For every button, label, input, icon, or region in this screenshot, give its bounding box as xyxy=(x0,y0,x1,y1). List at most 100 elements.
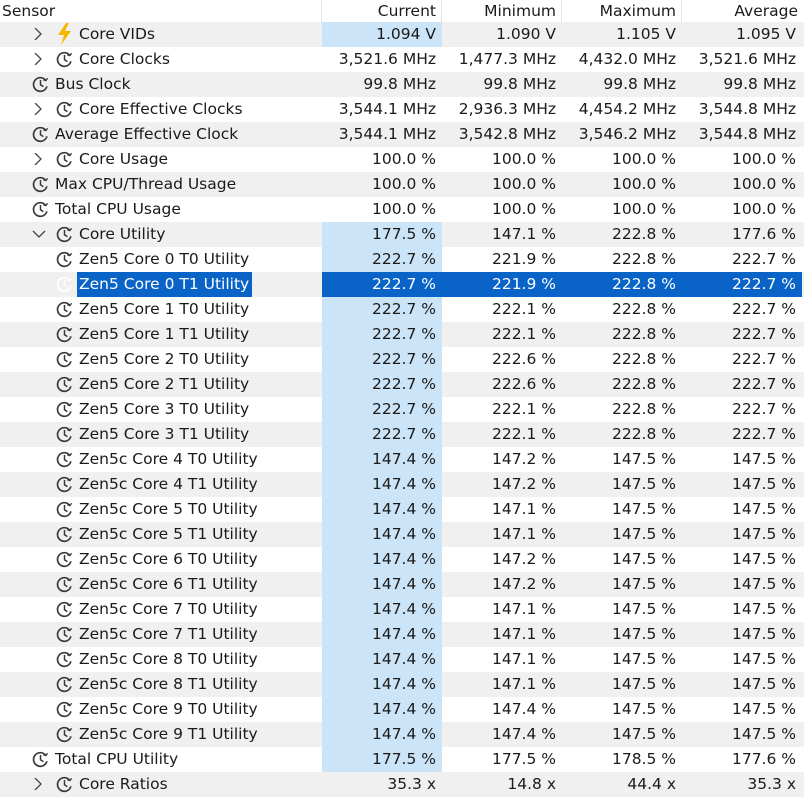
sensor-row[interactable]: Core VIDs 1.094 V 1.090 V 1.105 V 1.095 V xyxy=(0,22,804,47)
sensor-row[interactable]: Zen5c Core 6 T1 Utility 147.4 % 147.2 % 147… xyxy=(0,572,804,597)
value-maximum: 147.5 % xyxy=(611,475,676,493)
sensor-name-cell[interactable]: Zen5c Core 8 T1 Utility xyxy=(0,672,322,697)
sensor-name-cell[interactable]: Core Utility xyxy=(0,222,322,247)
column-header-sensor[interactable]: Sensor xyxy=(0,0,322,22)
sensor-row[interactable]: Average Effective Clock 3,544.1 MHz 3,542.… xyxy=(0,122,804,147)
sensor-name-cell[interactable]: Zen5 Core 0 T1 Utility xyxy=(0,272,322,297)
value-current: 100.0 % xyxy=(371,200,436,218)
sensor-name-cell[interactable]: Zen5 Core 2 T0 Utility xyxy=(0,347,322,372)
sensor-row[interactable]: Zen5c Core 5 T0 Utility 147.4 % 147.1 % 147… xyxy=(0,497,804,522)
value-average: 177.6 % xyxy=(731,225,796,243)
sensor-name-cell[interactable]: Zen5c Core 4 T1 Utility xyxy=(0,472,322,497)
sensor-name-cell[interactable]: Zen5c Core 6 T0 Utility xyxy=(0,547,322,572)
sensor-row[interactable]: Zen5c Core 8 T1 Utility 147.4 % 147.1 % 147… xyxy=(0,672,804,697)
sensor-name-cell[interactable]: Core Usage xyxy=(0,147,322,172)
sensor-row[interactable]: Core Effective Clocks 3,544.1 MHz 2,936.3 … xyxy=(0,97,804,122)
sensor-row[interactable]: Zen5 Core 2 T1 Utility 222.7 % 222.6 % 222.… xyxy=(0,372,804,397)
value-average: 35.3 x xyxy=(747,775,796,793)
sensor-name-label: Zen5c Core 9 T0 Utility xyxy=(79,700,258,718)
sensor-row[interactable]: Bus Clock 99.8 MHz 99.8 MHz 99.8 MHz 99.8 MH… xyxy=(0,72,804,97)
column-header-minimum[interactable]: Minimum xyxy=(442,0,562,22)
sensor-name-label: Core Ratios xyxy=(79,775,168,793)
sensor-row[interactable]: Zen5 Core 0 T0 Utility 222.7 % 221.9 % 222.… xyxy=(0,247,804,272)
clock-icon xyxy=(56,326,73,343)
sensor-row[interactable]: Core Clocks 3,521.6 MHz 1,477.3 MHz 4,432.0… xyxy=(0,47,804,72)
sensor-row[interactable]: Total CPU Utility 177.5 % 177.5 % 178.5 % 17… xyxy=(0,747,804,772)
sensor-row[interactable]: Zen5 Core 3 T0 Utility 222.7 % 222.1 % 222.… xyxy=(0,397,804,422)
sensor-name-cell[interactable]: Core VIDs xyxy=(0,22,322,47)
sensor-row[interactable]: Zen5c Core 7 T0 Utility 147.4 % 147.1 % 147… xyxy=(0,597,804,622)
chevron-right-icon[interactable] xyxy=(32,103,44,115)
sensor-name-cell[interactable]: Core Ratios xyxy=(0,772,322,797)
value-minimum: 147.1 % xyxy=(491,650,556,668)
value-current: 222.7 % xyxy=(322,247,442,272)
sensor-name-cell[interactable]: Core Effective Clocks xyxy=(0,97,322,122)
sensor-name-cell[interactable]: Bus Clock xyxy=(0,72,322,97)
sensor-row[interactable]: Zen5c Core 6 T0 Utility 147.4 % 147.2 % 147… xyxy=(0,547,804,572)
sensor-name-cell[interactable]: Average Effective Clock xyxy=(0,122,322,147)
sensor-name-label: Bus Clock xyxy=(55,75,131,93)
clock-icon xyxy=(32,126,49,143)
sensor-name-cell[interactable]: Zen5c Core 7 T0 Utility xyxy=(0,597,322,622)
sensor-rows: Core VIDs 1.094 V 1.090 V 1.105 V 1.095 V Cor… xyxy=(0,22,804,797)
sensor-row[interactable]: Zen5c Core 7 T1 Utility 147.4 % 147.1 % 147… xyxy=(0,622,804,647)
sensor-row[interactable]: Core Utility 177.5 % 147.1 % 222.8 % 177.6 % xyxy=(0,222,804,247)
sensor-name-cell[interactable]: Zen5c Core 5 T0 Utility xyxy=(0,497,322,522)
sensor-name-cell[interactable]: Zen5c Core 6 T1 Utility xyxy=(0,572,322,597)
sensor-row[interactable]: Zen5 Core 2 T0 Utility 222.7 % 222.6 % 222.… xyxy=(0,347,804,372)
sensor-name-cell[interactable]: Zen5 Core 3 T1 Utility xyxy=(0,422,322,447)
sensor-name-cell[interactable]: Core Clocks xyxy=(0,47,322,72)
sensor-name-cell[interactable]: Zen5 Core 3 T0 Utility xyxy=(0,397,322,422)
sensor-row[interactable]: Zen5 Core 1 T1 Utility 222.7 % 222.1 % 222.… xyxy=(0,322,804,347)
sensor-row[interactable]: Zen5c Core 9 T1 Utility 147.4 % 147.4 % 147… xyxy=(0,722,804,747)
value-current: 147.4 % xyxy=(322,497,442,522)
column-header-current[interactable]: Current xyxy=(322,0,442,22)
sensor-row[interactable]: Zen5c Core 8 T0 Utility 147.4 % 147.1 % 147… xyxy=(0,647,804,672)
sensor-name-cell[interactable]: Zen5 Core 2 T1 Utility xyxy=(0,372,322,397)
clock-icon xyxy=(56,401,73,418)
sensor-name-cell[interactable]: Max CPU/Thread Usage xyxy=(0,172,322,197)
value-current: 222.7 % xyxy=(322,272,442,297)
sensor-row[interactable]: Zen5c Core 5 T1 Utility 147.4 % 147.1 % 147… xyxy=(0,522,804,547)
column-header-maximum[interactable]: Maximum xyxy=(562,0,682,22)
sensor-name-cell[interactable]: Zen5c Core 8 T0 Utility xyxy=(0,647,322,672)
sensor-row[interactable]: Zen5c Core 4 T0 Utility 147.4 % 147.2 % 147… xyxy=(0,447,804,472)
value-average: 222.7 % xyxy=(731,375,796,393)
sensor-row[interactable]: Max CPU/Thread Usage 100.0 % 100.0 % 100.0 … xyxy=(0,172,804,197)
sensor-name-cell[interactable]: Zen5c Core 7 T1 Utility xyxy=(0,622,322,647)
sensor-name-cell[interactable]: Zen5 Core 1 T1 Utility xyxy=(0,322,322,347)
chevron-right-icon[interactable] xyxy=(32,153,44,165)
value-average: 147.5 % xyxy=(731,550,796,568)
column-header-average[interactable]: Average xyxy=(682,0,804,22)
value-maximum: 222.8 % xyxy=(611,300,676,318)
sensor-row[interactable]: Zen5 Core 0 T1 Utility 222.7 % 221.9 % 222.… xyxy=(0,272,804,297)
clock-icon xyxy=(56,701,73,718)
sensor-name-cell[interactable]: Zen5c Core 4 T0 Utility xyxy=(0,447,322,472)
sensor-row[interactable]: Core Usage 100.0 % 100.0 % 100.0 % 100.0 % xyxy=(0,147,804,172)
value-maximum: 4,454.2 MHz xyxy=(578,100,676,118)
sensor-row[interactable]: Core Ratios 35.3 x 14.8 x 44.4 x 35.3 x xyxy=(0,772,804,797)
value-maximum: 147.5 % xyxy=(611,550,676,568)
value-maximum: 222.8 % xyxy=(611,325,676,343)
sensor-row[interactable]: Zen5 Core 3 T1 Utility 222.7 % 222.1 % 222.… xyxy=(0,422,804,447)
sensor-name-label: Core Effective Clocks xyxy=(79,100,243,118)
sensor-name-cell[interactable]: Total CPU Usage xyxy=(0,197,322,222)
value-current: 177.5 % xyxy=(322,747,442,772)
chevron-right-icon[interactable] xyxy=(32,28,44,40)
sensor-name-cell[interactable]: Zen5c Core 9 T1 Utility xyxy=(0,722,322,747)
value-maximum: 147.5 % xyxy=(611,600,676,618)
sensor-name-cell[interactable]: Zen5 Core 1 T0 Utility xyxy=(0,297,322,322)
sensor-name-cell[interactable]: Zen5c Core 9 T0 Utility xyxy=(0,697,322,722)
sensor-name-label: Core Utility xyxy=(79,225,166,243)
sensor-name-cell[interactable]: Zen5c Core 5 T1 Utility xyxy=(0,522,322,547)
sensor-name-cell[interactable]: Zen5 Core 0 T0 Utility xyxy=(0,247,322,272)
sensor-row[interactable]: Total CPU Usage 100.0 % 100.0 % 100.0 % 100.… xyxy=(0,197,804,222)
sensor-row[interactable]: Zen5 Core 1 T0 Utility 222.7 % 222.1 % 222.… xyxy=(0,297,804,322)
chevron-right-icon[interactable] xyxy=(32,778,44,790)
chevron-right-icon[interactable] xyxy=(32,53,44,65)
chevron-down-icon[interactable] xyxy=(32,228,46,240)
value-maximum: 147.5 % xyxy=(611,450,676,468)
sensor-row[interactable]: Zen5c Core 9 T0 Utility 147.4 % 147.4 % 147… xyxy=(0,697,804,722)
sensor-row[interactable]: Zen5c Core 4 T1 Utility 147.4 % 147.2 % 147… xyxy=(0,472,804,497)
sensor-name-cell[interactable]: Total CPU Utility xyxy=(0,747,322,772)
